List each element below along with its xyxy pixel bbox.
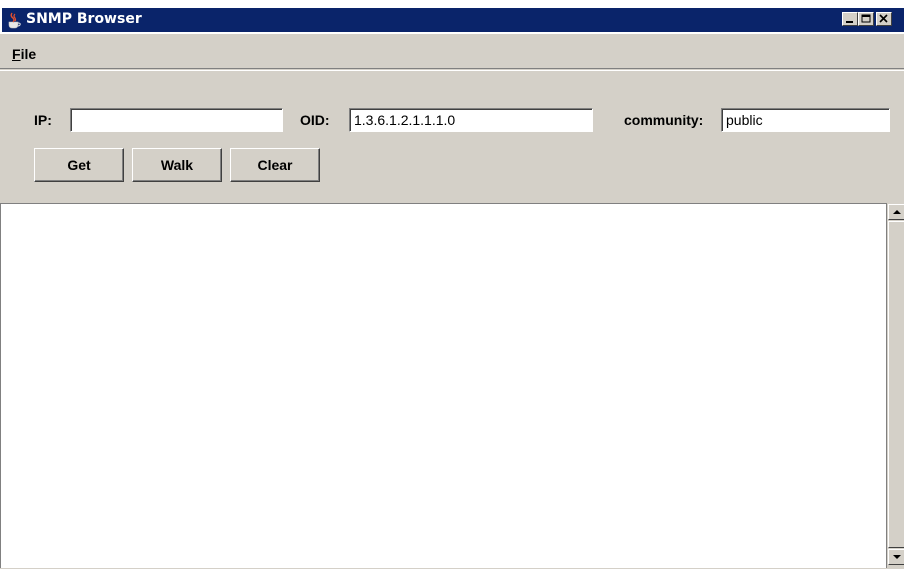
minimize-icon: [846, 21, 853, 23]
ip-label: IP:: [34, 112, 52, 128]
arrow-down-icon: [893, 555, 901, 559]
close-icon: [879, 14, 888, 23]
maximize-icon: [861, 14, 871, 23]
java-cup-icon: [6, 11, 22, 29]
minimize-button[interactable]: [842, 12, 858, 26]
scroll-up-button[interactable]: [888, 204, 904, 220]
output-textarea[interactable]: [0, 203, 886, 568]
oid-input[interactable]: [349, 108, 593, 132]
title-bar-strip[interactable]: SNMP Browser: [2, 8, 904, 32]
close-button[interactable]: [876, 12, 892, 26]
scroll-thumb[interactable]: [888, 221, 904, 548]
menu-file-label: ile: [20, 46, 37, 62]
menu-file[interactable]: File: [12, 46, 36, 62]
title-bar: SNMP Browser: [0, 0, 904, 34]
window-title: SNMP Browser: [26, 11, 142, 27]
ip-input[interactable]: [70, 108, 283, 132]
community-input[interactable]: [721, 108, 890, 132]
menu-file-mnemonic: F: [12, 46, 21, 62]
get-button[interactable]: Get: [34, 148, 124, 182]
vertical-scrollbar[interactable]: [886, 203, 904, 568]
clear-button[interactable]: Clear: [230, 148, 320, 182]
maximize-button[interactable]: [858, 12, 874, 26]
scroll-down-button[interactable]: [888, 549, 904, 565]
menu-bar: File: [0, 34, 904, 69]
oid-label: OID:: [300, 112, 330, 128]
arrow-up-icon: [893, 210, 901, 214]
walk-button[interactable]: Walk: [132, 148, 222, 182]
community-label: community:: [624, 112, 704, 128]
